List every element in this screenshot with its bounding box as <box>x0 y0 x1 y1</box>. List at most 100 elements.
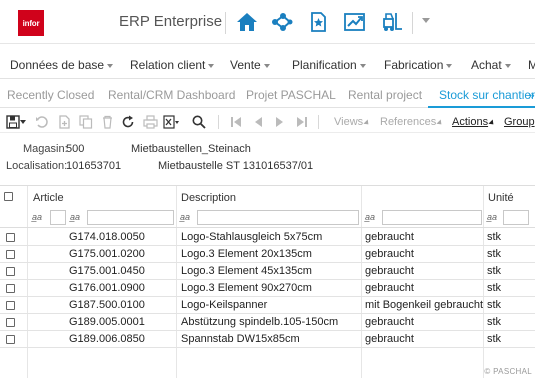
article-cell: G175.001.0450 <box>69 265 145 277</box>
tab-stock-sur-chantier[interactable]: Stock sur chantier <box>439 88 535 102</box>
article-cell: G175.001.0200 <box>69 248 145 260</box>
toolbar-divider <box>318 115 319 129</box>
group-menu[interactable]: Group <box>504 116 535 128</box>
refresh-icon[interactable] <box>120 114 136 130</box>
localisation-label: Localisation: <box>6 160 68 172</box>
table-row[interactable]: G189.005.0001 Abstützung spindelb.105-15… <box>0 314 535 331</box>
chevron-down-icon[interactable] <box>422 18 430 23</box>
delete-icon <box>99 114 115 130</box>
infor-logo[interactable]: infor <box>18 10 44 36</box>
tab-rental-project[interactable]: Rental project <box>348 88 422 102</box>
etat-cell: gebraucht <box>365 316 414 328</box>
menu-achat[interactable]: Achat <box>471 58 511 72</box>
etat-cell: gebraucht <box>365 248 414 260</box>
chart-icon[interactable] <box>343 10 367 34</box>
save-menu-arrow-icon[interactable] <box>19 114 27 130</box>
etat-cell: gebraucht <box>365 282 414 294</box>
table-row[interactable]: G189.006.0850 Spannstab DW15x85cm gebrau… <box>0 331 535 348</box>
magasin-label: Magasin: <box>23 143 68 155</box>
tab-overflow-icon[interactable]: » <box>528 88 535 102</box>
search-icon[interactable] <box>191 114 207 130</box>
tab-recently-closed[interactable]: Recently Closed <box>7 88 94 102</box>
home-icon[interactable] <box>235 10 259 34</box>
description-cell: Logo.3 Element 45x135cm <box>181 265 312 277</box>
menu-arrow-icon <box>488 119 496 127</box>
new-icon <box>56 114 72 130</box>
menu-relation-client[interactable]: Relation client <box>130 58 215 72</box>
row-checkbox[interactable] <box>6 233 15 242</box>
description-cell: Logo.3 Element 20x135cm <box>181 248 312 260</box>
etat-cell: gebraucht <box>365 231 414 243</box>
favorites-icon[interactable] <box>306 10 330 34</box>
menu-arrow-icon <box>436 119 444 127</box>
undo-icon <box>34 114 50 130</box>
excel-icon[interactable] <box>163 114 179 130</box>
tab-rental-crm-dashboard[interactable]: Rental/CRM Dashboard <box>108 88 235 102</box>
row-checkbox[interactable] <box>6 335 15 344</box>
article-grid: Article Description Unité a̲a a̲a a̲a a̲… <box>0 185 535 378</box>
network-icon[interactable] <box>270 10 294 34</box>
localisation-code: 101653701 <box>66 160 122 172</box>
menu-fabrication[interactable]: Fabrication <box>384 58 453 72</box>
select-all-checkbox[interactable] <box>4 192 13 201</box>
dropdown-arrow-icon <box>107 63 114 68</box>
row-checkbox[interactable] <box>6 284 15 293</box>
column-header-article[interactable]: Article <box>33 192 64 204</box>
row-checkbox[interactable] <box>6 267 15 276</box>
article-cell: G189.006.0850 <box>69 333 145 345</box>
row-checkbox[interactable] <box>6 250 15 259</box>
filter-input-etat[interactable] <box>382 210 482 225</box>
etat-cell: gebraucht <box>365 265 414 277</box>
print-icon <box>142 114 158 130</box>
menu-label: Relation client <box>130 58 206 72</box>
references-label: References <box>380 116 437 128</box>
filter-input-description[interactable] <box>197 210 359 225</box>
column-header-description[interactable]: Description <box>181 192 236 204</box>
description-cell: Logo-Stahlausgleich 5x75cm <box>181 231 323 243</box>
menu-label: Vente <box>230 58 261 72</box>
forklift-icon[interactable] <box>380 10 404 34</box>
active-tab-indicator <box>428 106 535 108</box>
table-row[interactable]: G176.001.0900 Logo.3 Element 90x270cm ge… <box>0 280 535 297</box>
dropdown-arrow-icon <box>504 63 511 68</box>
filter-input-unite[interactable] <box>503 210 529 225</box>
filter-input-article[interactable] <box>50 210 66 225</box>
table-row[interactable]: G187.500.0100 Logo-Keilspanner mit Bogen… <box>0 297 535 314</box>
prev-page-icon <box>250 114 266 130</box>
unite-cell: stk <box>487 299 502 311</box>
table-row[interactable]: G174.018.0050 Logo-Stahlausgleich 5x75cm… <box>0 229 535 246</box>
tab-projet-paschal[interactable]: Projet PASCHAL <box>246 88 336 102</box>
table-row[interactable]: G175.001.0450 Logo.3 Element 45x135cm ge… <box>0 263 535 280</box>
tab-bar: Recently Closed Rental/CRM Dashboard Pro… <box>0 82 535 108</box>
article-cell: G187.500.0100 <box>69 299 145 311</box>
table-row[interactable]: G175.001.0200 Logo.3 Element 20x135cm ge… <box>0 246 535 263</box>
menu-vente[interactable]: Vente <box>230 58 270 72</box>
menu-more[interactable]: M <box>528 58 535 72</box>
header-divider <box>412 12 413 34</box>
magasin-code: 500 <box>66 143 85 155</box>
filter-mode-icon[interactable]: a̲a <box>365 212 375 222</box>
first-page-icon <box>228 114 244 130</box>
filter-mode-icon[interactable]: a̲a <box>487 212 497 222</box>
menu-donnees-de-base[interactable]: Données de base <box>10 58 114 72</box>
filter-input-article-2[interactable] <box>87 210 174 225</box>
header-divider <box>225 12 226 34</box>
app-title: ERP Enterprise <box>119 13 223 30</box>
article-cell: G174.018.0050 <box>69 231 145 243</box>
column-header-unite[interactable]: Unité <box>488 192 514 204</box>
unite-cell: stk <box>487 231 502 243</box>
menu-label: Données de base <box>10 58 105 72</box>
row-checkbox[interactable] <box>6 318 15 327</box>
actions-menu[interactable]: Actions <box>452 116 496 128</box>
filter-row: a̲a a̲a a̲a a̲a a̲a <box>0 208 535 228</box>
filter-mode-icon[interactable]: a̲a <box>70 212 80 222</box>
row-checkbox[interactable] <box>6 301 15 310</box>
menu-planification[interactable]: Planification <box>292 58 366 72</box>
filter-mode-icon[interactable]: a̲a <box>180 212 190 222</box>
filter-mode-icon[interactable]: a̲a <box>32 212 42 222</box>
description-cell: Abstützung spindelb.105-150cm <box>181 316 339 328</box>
dropdown-arrow-icon <box>359 63 366 68</box>
etat-cell: mit Bogenkeil gebraucht <box>365 299 484 311</box>
logo-text: infor <box>22 18 40 28</box>
toolbar: Views References Actions Group <box>0 111 535 133</box>
